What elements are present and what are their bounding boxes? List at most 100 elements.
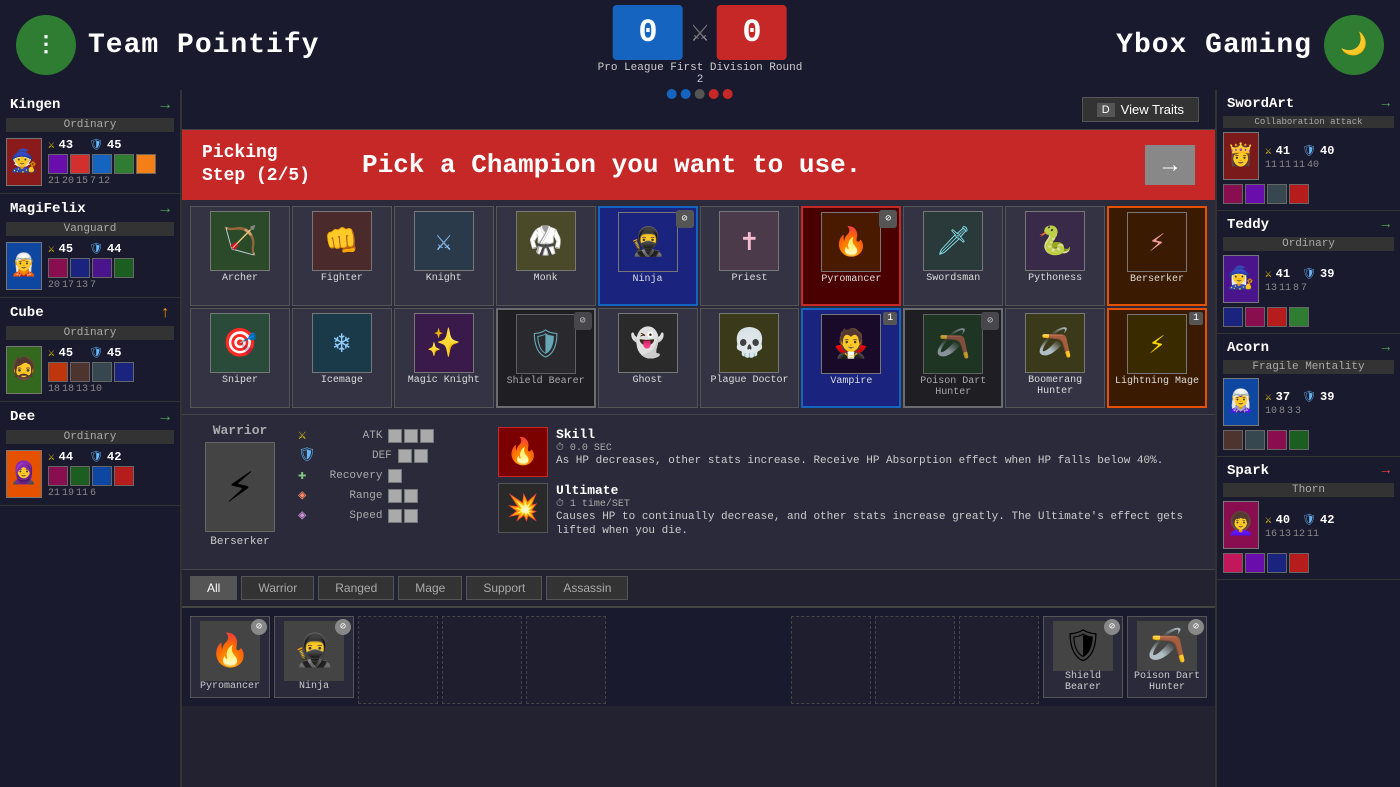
team-left: ⋮ Team Pointify [0, 15, 319, 75]
match-info: Pro League First Division Round 2 [598, 62, 803, 86]
champion-priest[interactable]: ✝ Priest [700, 206, 800, 306]
kingen-def: 45 [107, 138, 121, 152]
pick-ninja-name: Ninja [299, 681, 329, 692]
pick-shield-ban: ⊘ [1104, 619, 1120, 635]
dot-5 [723, 89, 733, 99]
pick-shield-name: Shield Bearer [1046, 671, 1120, 693]
swordart-name: SwordArt [1227, 96, 1294, 112]
team-left-name: Team Pointify [88, 30, 319, 61]
atk-bar-1 [388, 429, 402, 443]
vampire-sprite: 🧛 [821, 314, 881, 374]
champion-boomerang[interactable]: 🪃 Boomerang Hunter [1005, 308, 1105, 408]
filter-ranged[interactable]: Ranged [318, 576, 394, 600]
champion-fighter[interactable]: 👊 Fighter [292, 206, 392, 306]
champion-magic-knight[interactable]: ✨ Magic Knight [394, 308, 494, 408]
dot-4 [709, 89, 719, 99]
boomerang-sprite: 🪃 [1025, 313, 1085, 373]
swordart-stats: ⚔41 🛡40 11111140 [1265, 142, 1334, 171]
speed-bar-1 [388, 509, 402, 523]
shield-bearer-name: Shield Bearer [507, 376, 585, 387]
pick-pyromancer: ⊘ 🔥 Pyromancer [190, 616, 270, 698]
kingen-mini-chars [48, 154, 156, 174]
recovery-bars [388, 469, 402, 483]
champion-knight[interactable]: ⚔ Knight [394, 206, 494, 306]
atk-icon: ⚔ [298, 427, 306, 444]
pick-empty-2 [442, 616, 522, 704]
player-kingen: Kingen → Ordinary 🧙 ⚔43 🛡45 [0, 90, 180, 194]
champion-archer[interactable]: 🏹 Archer [190, 206, 290, 306]
spark-rank: Thorn [1223, 483, 1394, 497]
poison-dart-ban: ⊘ [981, 312, 999, 330]
score-section: 0 ⚔ 0 Pro League First Division Round 2 [598, 5, 803, 99]
ninja-name: Ninja [633, 274, 663, 285]
picking-next-button[interactable]: → [1145, 145, 1195, 185]
picking-step-label: PickingStep (2/5) [202, 142, 342, 189]
cube-numbers: 18181310 [48, 384, 134, 395]
magifelix-header: MagiFelix → [6, 198, 174, 220]
champion-poison-dart[interactable]: ⊘ 🪃 Poison Dart Hunter [903, 308, 1003, 408]
champion-ninja[interactable]: ⊘ 🥷 Ninja [598, 206, 698, 306]
champion-berserker[interactable]: ⚡ Berserker [1107, 206, 1207, 306]
player-dee: Dee → Ordinary 🧕 ⚔44 🛡42 [0, 402, 180, 506]
pick-empty-5 [875, 616, 955, 704]
ultimate-title: Ultimate [556, 483, 1199, 498]
champion-monk[interactable]: 🥋 Monk [496, 206, 596, 306]
dee-avatar: 🧕 [6, 450, 42, 498]
champion-swordsman[interactable]: 🗡 Swordsman [903, 206, 1003, 306]
stat-recovery-row: ✚ Recovery [298, 467, 482, 484]
swordart-header: SwordArt → [1223, 94, 1394, 114]
sniper-sprite: 🎯 [210, 313, 270, 373]
dee-mini-chars [48, 466, 134, 486]
fighter-name: Fighter [321, 273, 363, 284]
player-cube: Cube ↑ Ordinary 🧔 ⚔45 🛡45 [0, 298, 180, 402]
recovery-icon: ✚ [298, 467, 306, 484]
champion-icemage[interactable]: ❄ Icemage [292, 308, 392, 408]
player-acorn: Acorn → Fragile Mentality 🧝‍♀️ ⚔37 🛡39 1… [1217, 334, 1400, 457]
kingen-avatar: 🧙 [6, 138, 42, 186]
view-traits-button[interactable]: D View Traits [1082, 97, 1199, 122]
magifelix-def: 44 [107, 242, 121, 256]
champion-pyromancer[interactable]: ⊘ 🔥 Pyromancer [801, 206, 901, 306]
sniper-name: Sniper [222, 375, 258, 386]
vampire-count: 1 [883, 312, 897, 325]
ultimate-description: Causes HP to continually decrease, and o… [556, 510, 1199, 539]
champion-pythoness[interactable]: 🐍 Pythoness [1005, 206, 1105, 306]
dee-rank: Ordinary [6, 430, 174, 444]
swordsman-sprite: 🗡 [923, 211, 983, 271]
swordart-avatar: 👸 [1223, 132, 1259, 180]
berserker-name: Berserker [1130, 274, 1184, 285]
cube-header: Cube ↑ [6, 302, 174, 324]
magic-knight-sprite: ✨ [414, 313, 474, 373]
champion-ghost[interactable]: 👻 Ghost [598, 308, 698, 408]
dot-1 [667, 89, 677, 99]
filter-all[interactable]: All [190, 576, 237, 600]
fighter-sprite: 👊 [312, 211, 372, 271]
speed-icon: ◈ [298, 507, 306, 524]
swordart-arrow: → [1382, 96, 1390, 112]
lightning-sprite: ⚡ [1127, 314, 1187, 374]
dee-numbers: 2119116 [48, 488, 134, 499]
view-traits-d-icon: D [1097, 103, 1115, 117]
acorn-rank: Fragile Mentality [1223, 360, 1394, 374]
lightning-name: Lightning Mage [1115, 376, 1199, 387]
filter-support[interactable]: Support [466, 576, 542, 600]
filter-assassin[interactable]: Assassin [546, 576, 628, 600]
right-sidebar: SwordArt → Collaboration attack 👸 ⚔41 🛡4… [1215, 90, 1400, 787]
champion-lightning-mage[interactable]: 1 ⚡ Lightning Mage [1107, 308, 1207, 408]
filter-mage[interactable]: Mage [398, 576, 462, 600]
acorn-avatar: 🧝‍♀️ [1223, 378, 1259, 426]
champion-vampire[interactable]: 1 🧛 Vampire [801, 308, 901, 408]
kingen-stats: ⚔43 🛡45 212015712 [48, 136, 156, 187]
champion-sniper[interactable]: 🎯 Sniper [190, 308, 290, 408]
pick-empty-3 [526, 616, 606, 704]
skills-section: 🔥 Skill ⏱ 0.0 SEC As HP decreases, other… [490, 423, 1207, 561]
champion-plague-doctor[interactable]: 💀 Plague Doctor [700, 308, 800, 408]
dot-3 [695, 89, 705, 99]
dot-2 [681, 89, 691, 99]
swordsman-name: Swordsman [926, 273, 980, 284]
champion-shield-bearer[interactable]: ⊘ 🛡 Shield Bearer [496, 308, 596, 408]
skill-timing: ⏱ 0.0 SEC [556, 442, 1199, 454]
pick-poison-name: Poison Dart Hunter [1130, 671, 1204, 693]
filter-warrior[interactable]: Warrior [241, 576, 314, 600]
shield-bearer-sprite: 🛡 [516, 314, 576, 374]
